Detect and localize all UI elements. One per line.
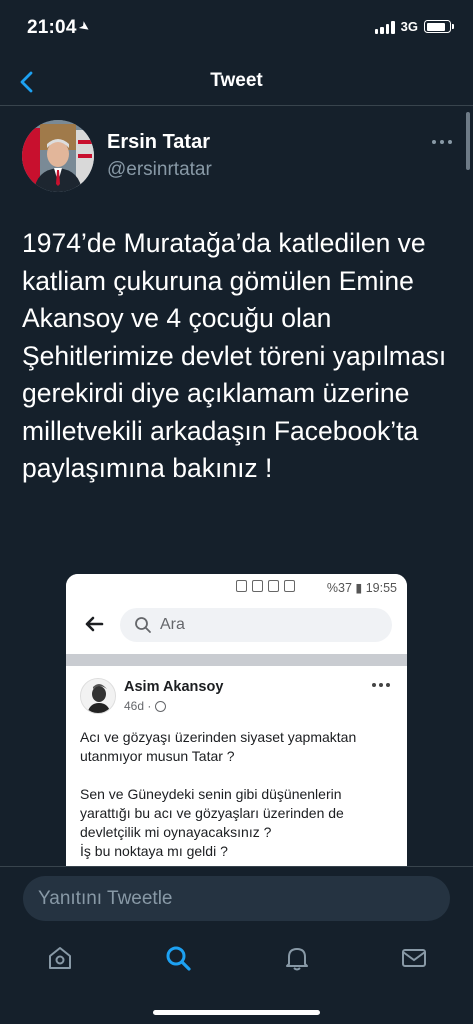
notifications-icon — [286, 948, 308, 971]
reply-input[interactable]: Yanıtını Tweetle — [23, 876, 450, 921]
sim-icon — [252, 580, 263, 592]
embedded-status-text: %37 ▮ 19:55 — [326, 581, 397, 595]
embedded-phone-status-bar: %37 ▮ 19:55 — [66, 574, 407, 600]
home-icon — [49, 947, 71, 969]
mute-icon — [236, 580, 247, 592]
embedded-post: Asim Akansoy 46d · Acı ve gözyaşı üzerin… — [66, 666, 407, 866]
tweet-author: Ersin Tatar @ersinrtatar — [22, 120, 453, 192]
status-bar: 21:04 ➤ 3G — [0, 0, 473, 58]
tab-bar — [0, 932, 473, 1024]
tab-notifications[interactable] — [283, 944, 311, 972]
embedded-search-placeholder: Ara — [160, 616, 185, 633]
embedded-status-icons — [236, 580, 295, 592]
battery-icon — [424, 20, 454, 33]
scrollbar[interactable] — [466, 112, 470, 170]
home-indicator[interactable] — [153, 1010, 320, 1015]
status-time: 21:04 — [27, 17, 77, 38]
more-options-button[interactable] — [431, 134, 453, 150]
tab-home[interactable] — [46, 944, 74, 972]
tab-search[interactable] — [164, 944, 192, 972]
network-type: 3G — [400, 19, 418, 34]
avatar[interactable] — [22, 120, 94, 192]
ellipsis-icon — [372, 683, 390, 687]
embedded-search-box: Ara — [120, 608, 392, 642]
reply-placeholder: Yanıtını Tweetle — [38, 888, 173, 909]
embedded-post-author: Asim Akansoy — [124, 679, 224, 695]
tweet-media[interactable]: %37 ▮ 19:55 Ara Asim Akansoy 46d · Acı v… — [66, 574, 407, 866]
search-icon — [166, 946, 191, 971]
nav-header: Tweet — [0, 58, 473, 106]
embedded-post-text: Acı ve gözyaşı üzerinden siyaset yapmakt… — [80, 729, 357, 859]
page-title: Tweet — [210, 70, 263, 91]
divider — [66, 654, 407, 666]
tweet-text: 1974’de Muratağa’da katledilen ve katlia… — [22, 228, 447, 483]
nosim-icon — [284, 580, 295, 592]
arrow-left-icon — [85, 616, 104, 632]
reply-bar: Yanıtını Tweetle — [0, 866, 473, 932]
location-arrow-icon: ➤ — [75, 17, 94, 36]
search-icon — [135, 617, 151, 633]
messages-icon — [402, 949, 426, 967]
status-indicators: 3G — [374, 19, 454, 34]
signal-icon — [374, 20, 395, 34]
embedded-post-age: 46d · — [124, 699, 152, 713]
avatar-image — [22, 120, 94, 192]
author-handle[interactable]: @ersinrtatar — [107, 159, 212, 181]
globe-icon — [155, 700, 167, 712]
embedded-post-meta: 46d · — [124, 699, 167, 713]
embedded-post-avatar — [80, 678, 116, 714]
author-name[interactable]: Ersin Tatar — [107, 131, 210, 154]
tab-messages[interactable] — [400, 944, 428, 972]
hd-icon — [268, 580, 279, 592]
embedded-app-header: Ara — [66, 600, 407, 652]
ellipsis-icon — [432, 140, 452, 144]
